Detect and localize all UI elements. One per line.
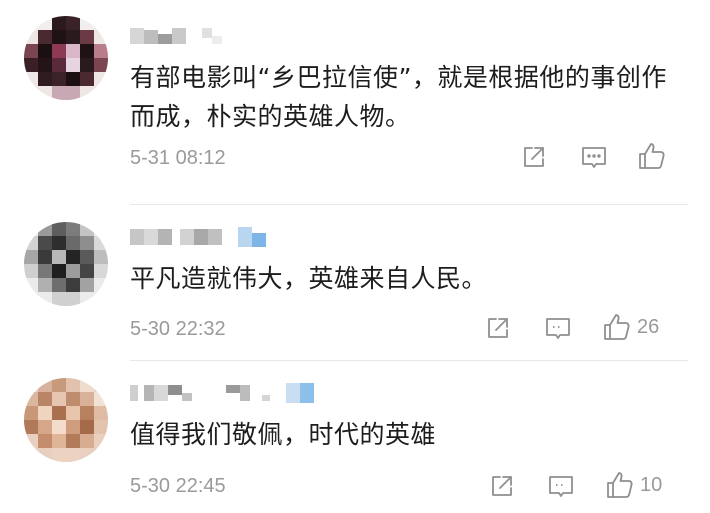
reply-button[interactable]: [547, 474, 575, 500]
timestamp: 5-30 22:32: [130, 318, 226, 340]
comment-icon: [546, 318, 570, 339]
avatar[interactable]: [24, 378, 108, 462]
like-button[interactable]: 10: [606, 470, 662, 500]
username-blurred[interactable]: [130, 24, 240, 48]
pixelated-avatar-image: [24, 378, 108, 462]
username-blurred[interactable]: [130, 381, 330, 405]
pixelated-username: [130, 383, 314, 403]
timestamp: 5-30 22:45: [130, 475, 226, 497]
comment-item: 值得我们敬佩，时代的英雄 5-30 22:45 10: [0, 361, 710, 513]
pixelated-avatar-image: [24, 222, 108, 306]
avatar[interactable]: [24, 16, 108, 100]
comment-icon: [549, 476, 573, 497]
thumbs-up-icon: [639, 143, 665, 169]
comment-text: 平凡造就伟大，英雄来自人民。: [130, 264, 488, 293]
share-button[interactable]: [489, 473, 515, 499]
pixelated-username: [130, 227, 266, 247]
thumbs-up-icon: [604, 314, 630, 340]
comment-text: 值得我们敬佩，时代的英雄: [130, 420, 437, 449]
thumbs-up-icon: [607, 472, 633, 498]
comment-icon: [582, 147, 606, 168]
comment-text: 有部电影叫“乡巴拉信使”，就是根据他的事创作而成，朴实的英雄人物。: [130, 63, 667, 131]
share-icon: [488, 318, 508, 338]
username-blurred[interactable]: [130, 225, 280, 249]
like-button[interactable]: 26: [603, 312, 659, 342]
like-button[interactable]: [638, 141, 672, 171]
pixelated-avatar-image: [24, 16, 108, 100]
timestamp: 5-31 08:12: [130, 147, 226, 169]
avatar[interactable]: [24, 222, 108, 306]
share-icon: [524, 147, 544, 167]
comment-item: 平凡造就伟大，英雄来自人民。 5-30 22:32 26: [0, 205, 710, 355]
pixelated-username: [130, 28, 222, 44]
like-count: 10: [640, 473, 663, 496]
share-button[interactable]: [485, 315, 511, 341]
comment-item: 有部电影叫“乡巴拉信使”，就是根据他的事创作而成，朴实的英雄人物。 5-31 0…: [0, 0, 710, 190]
reply-button[interactable]: [580, 145, 608, 171]
like-count: 26: [637, 315, 660, 338]
share-button[interactable]: [521, 144, 547, 170]
share-icon: [492, 476, 512, 496]
reply-button[interactable]: [544, 316, 572, 342]
